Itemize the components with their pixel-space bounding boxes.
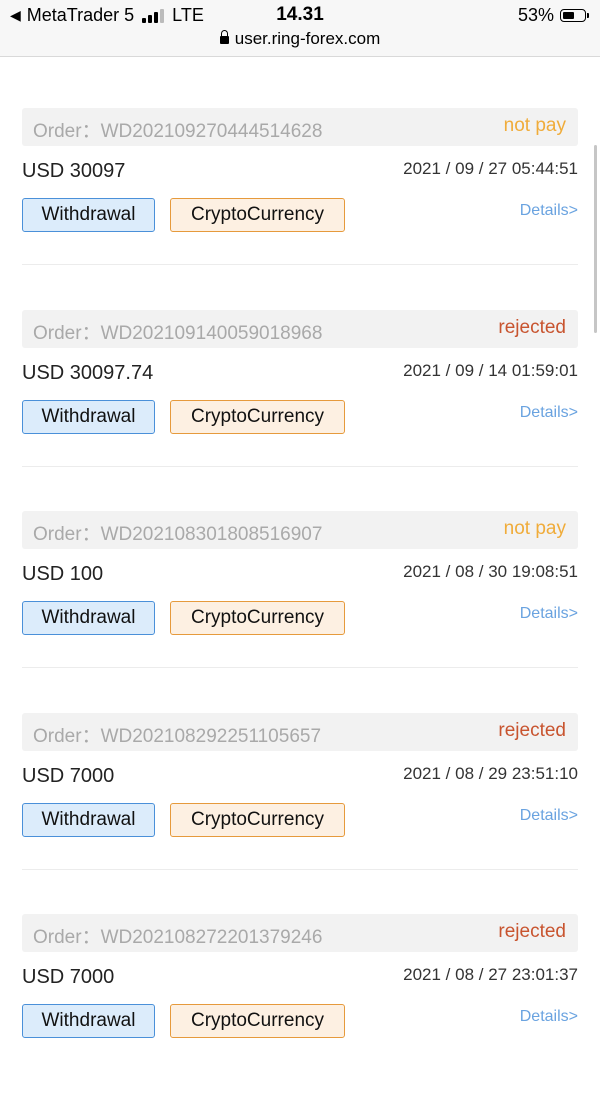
order-status: rejected bbox=[498, 719, 566, 741]
order-card: Order：WD202109140059018968 rejected USD … bbox=[22, 309, 578, 512]
order-status: not pay bbox=[503, 518, 566, 539]
type-tag: Withdrawal bbox=[22, 601, 155, 635]
order-amount: USD 30097 bbox=[22, 160, 126, 182]
method-tag: CryptoCurrency bbox=[170, 198, 345, 232]
order-status: rejected bbox=[498, 921, 566, 942]
divider bbox=[22, 868, 578, 870]
order-number: Order：WD202109140059018968 bbox=[33, 322, 323, 344]
type-tag: Withdrawal bbox=[22, 1004, 155, 1038]
order-date: 2021 / 08 / 29 23:51:10 bbox=[403, 763, 578, 783]
order-amount: USD 100 bbox=[22, 563, 104, 585]
details-link[interactable]: Details> bbox=[520, 807, 578, 825]
battery-icon bbox=[560, 9, 589, 22]
type-tag: Withdrawal bbox=[22, 802, 155, 837]
order-status: not pay bbox=[503, 115, 566, 136]
type-tag: Withdrawal bbox=[22, 198, 155, 232]
order-date: 2021 / 08 / 27 23:01:37 bbox=[403, 965, 578, 984]
method-tag: CryptoCurrency bbox=[170, 399, 345, 434]
type-tag: Withdrawal bbox=[22, 399, 155, 434]
order-number: Order：WD20210927044451462​8 bbox=[33, 121, 323, 142]
order-header: Order：WD20210927044451462​8 not pay bbox=[22, 108, 578, 146]
divider bbox=[22, 465, 578, 467]
battery-percent: 53% bbox=[517, 5, 554, 25]
divider bbox=[22, 264, 578, 265]
address-bar[interactable]: user.ring-forex.com bbox=[0, 29, 600, 49]
order-header: Order：WD202108272201379246 rejected bbox=[22, 914, 578, 952]
battery-indicator: 53% bbox=[517, 5, 589, 26]
details-link[interactable]: Details> bbox=[520, 404, 578, 422]
order-header: Order：WD202108292251105657 rejected bbox=[22, 712, 578, 751]
method-tag: CryptoCurrency bbox=[170, 601, 345, 635]
status-bar: ◀ MetaTrader 5 LTE 14.31 user.ring-forex… bbox=[0, 0, 600, 57]
clock: 14.31 bbox=[276, 4, 324, 25]
order-number: Order：WD202108292251105657 bbox=[33, 725, 322, 747]
scrollbar[interactable] bbox=[594, 145, 597, 333]
order-status: rejected bbox=[498, 316, 566, 338]
order-card: Order：WD202108301808516907 not pay USD 1… bbox=[22, 511, 578, 713]
order-list: Order：WD20210927044451462​8 not pay USD … bbox=[22, 108, 578, 1116]
order-date: 2021 / 09 / 14 01:59:01 bbox=[403, 360, 578, 380]
order-header: Order：WD202109140059018968 rejected bbox=[22, 309, 578, 348]
order-header: Order：WD202108301808516907 not pay bbox=[22, 511, 578, 549]
lock-icon bbox=[219, 30, 229, 44]
details-link[interactable]: Details> bbox=[520, 605, 578, 623]
order-number: Order：WD202108272201379246 bbox=[33, 927, 323, 948]
order-amount: USD 30097.74 bbox=[22, 361, 154, 384]
order-date: 2021 / 09 / 27 05:44:51 bbox=[403, 159, 578, 178]
order-card: Order：WD202108292251105657 rejected USD … bbox=[22, 712, 578, 915]
order-amount: USD 7000 bbox=[22, 764, 115, 787]
order-card: Order：WD20210927044451462​8 not pay USD … bbox=[22, 108, 578, 310]
order-number: Order：WD202108301808516907 bbox=[33, 524, 323, 545]
divider bbox=[22, 667, 578, 668]
url-text: user.ring-forex.com bbox=[234, 29, 381, 48]
order-card: Order：WD202108272201379246 rejected USD … bbox=[22, 914, 578, 1116]
order-date: 2021 / 08 / 30 19:08:51 bbox=[403, 562, 578, 581]
method-tag: CryptoCurrency bbox=[170, 1004, 345, 1038]
details-link[interactable]: Details> bbox=[520, 1008, 578, 1026]
method-tag: CryptoCurrency bbox=[170, 802, 345, 837]
order-amount: USD 7000 bbox=[22, 966, 115, 988]
details-link[interactable]: Details> bbox=[520, 202, 578, 220]
